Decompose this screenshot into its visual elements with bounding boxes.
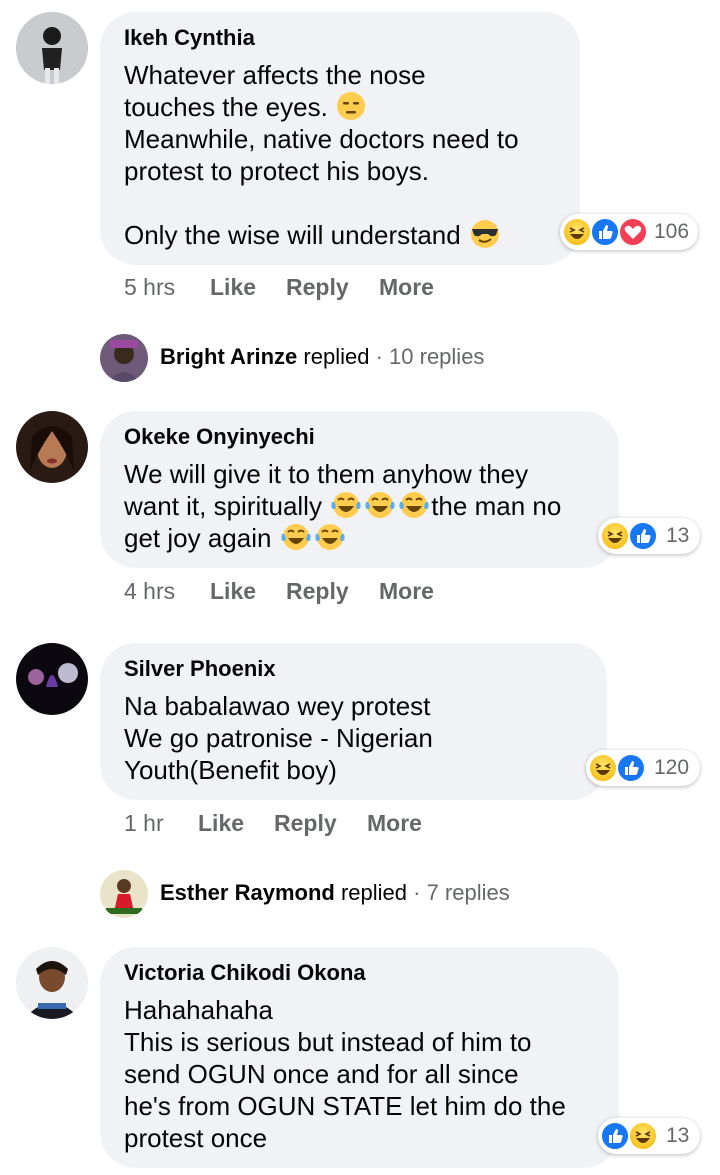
like-reaction-icon	[628, 521, 658, 551]
haha-reaction-icon	[562, 217, 592, 247]
comment-text: protest to protect his boys.	[124, 156, 429, 186]
comment-text: This is serious but instead of him to	[124, 1027, 532, 1057]
comment-text: he's from OGUN STATE let him do the	[124, 1091, 566, 1121]
like-reaction-icon	[590, 217, 620, 247]
reaction-summary[interactable]: 120	[586, 750, 700, 786]
comment-text: We will give it to them anyhow they	[124, 459, 529, 489]
tears-of-joy-emoji-icon	[331, 492, 361, 518]
comment-timestamp[interactable]: 4 hrs	[124, 578, 175, 605]
tears-of-joy-emoji-icon	[281, 524, 311, 550]
expressionless-emoji-icon	[337, 92, 366, 120]
reaction-summary[interactable]: 13	[598, 518, 700, 554]
reply-verb: replied	[340, 880, 407, 905]
comment-text: Youth(Benefit boy)	[124, 755, 337, 785]
reaction-count: 13	[666, 1124, 690, 1147]
comment-text: Whatever affects the nose	[124, 60, 426, 90]
more-button[interactable]: More	[367, 810, 422, 837]
tears-of-joy-emoji-icon	[365, 492, 395, 518]
replies-link[interactable]: Bright Arinze replied · 10 replies	[160, 344, 484, 370]
avatar[interactable]	[100, 870, 148, 918]
reaction-summary[interactable]: 13	[598, 1118, 700, 1154]
avatar[interactable]	[16, 643, 88, 715]
comment-actions: 1 hr Like Reply More	[124, 810, 524, 838]
reply-button[interactable]: Reply	[274, 810, 337, 837]
reaction-count: 120	[654, 756, 690, 779]
love-reaction-icon	[618, 217, 648, 247]
comment-text: the man no	[431, 491, 562, 521]
like-reaction-icon	[600, 1121, 630, 1151]
comment-text: get joy again	[124, 523, 272, 553]
tears-of-joy-emoji-icon	[399, 492, 429, 518]
reaction-summary[interactable]: 106	[560, 214, 698, 250]
comment-text: Hahahahaha	[124, 995, 273, 1025]
comment-bubble[interactable]: Victoria Chikodi Okona Hahahahaha This i…	[100, 947, 619, 1168]
more-button[interactable]: More	[379, 274, 434, 301]
comment-text: protest once	[124, 1123, 268, 1153]
reply-button[interactable]: Reply	[286, 274, 349, 301]
avatar[interactable]	[16, 947, 88, 1019]
replies-link[interactable]: Esther Raymond replied · 7 replies	[160, 880, 510, 906]
comment-text: Only the wise will understand	[124, 220, 461, 250]
comment-bubble[interactable]: Silver Phoenix Na babalawao wey protest …	[100, 643, 607, 800]
comment-timestamp[interactable]: 1 hr	[124, 810, 164, 837]
avatar[interactable]	[16, 411, 88, 483]
comment-bubble[interactable]: Okeke Onyinyechi We will give it to them…	[100, 411, 619, 568]
tears-of-joy-emoji-icon	[315, 524, 345, 550]
comment-text: send OGUN once and for all since	[124, 1059, 519, 1089]
comment-text: Na babalawao wey protest	[124, 691, 431, 721]
reaction-count: 13	[666, 524, 690, 547]
comment-author[interactable]: Ikeh Cynthia	[124, 26, 556, 50]
haha-reaction-icon	[628, 1121, 658, 1151]
reply-count[interactable]: · 7 replies	[413, 880, 510, 905]
like-button[interactable]: Like	[210, 578, 256, 605]
like-button[interactable]: Like	[210, 274, 256, 301]
reply-author[interactable]: Esther Raymond	[160, 880, 335, 905]
avatar[interactable]	[100, 334, 148, 382]
more-button[interactable]: More	[379, 578, 434, 605]
comment-timestamp[interactable]: 5 hrs	[124, 274, 175, 301]
comment-actions: 4 hrs Like Reply More	[124, 578, 524, 606]
reaction-count: 106	[654, 220, 690, 243]
comment-text: want it, spiritually	[124, 491, 322, 521]
reply-verb: replied	[303, 344, 370, 369]
comment-actions: 5 hrs Like Reply More	[124, 274, 524, 302]
comment-text: Meanwhile, native doctors need to	[124, 124, 519, 154]
comment-bubble[interactable]: Ikeh Cynthia Whatever affects the nose t…	[100, 12, 580, 265]
like-reaction-icon	[616, 753, 646, 783]
avatar[interactable]	[16, 12, 88, 84]
reply-author[interactable]: Bright Arinze	[160, 344, 297, 369]
reply-button[interactable]: Reply	[286, 578, 349, 605]
comment-author[interactable]: Okeke Onyinyechi	[124, 425, 595, 449]
comment-author[interactable]: Victoria Chikodi Okona	[124, 961, 595, 985]
comment-author[interactable]: Silver Phoenix	[124, 657, 583, 681]
reply-count[interactable]: · 10 replies	[376, 344, 485, 369]
comment-text: We go patronise - Nigerian	[124, 723, 433, 753]
like-button[interactable]: Like	[198, 810, 244, 837]
haha-reaction-icon	[588, 753, 618, 783]
comment-text: touches the eyes.	[124, 92, 328, 122]
haha-reaction-icon	[600, 521, 630, 551]
sunglasses-emoji-icon	[470, 220, 499, 248]
